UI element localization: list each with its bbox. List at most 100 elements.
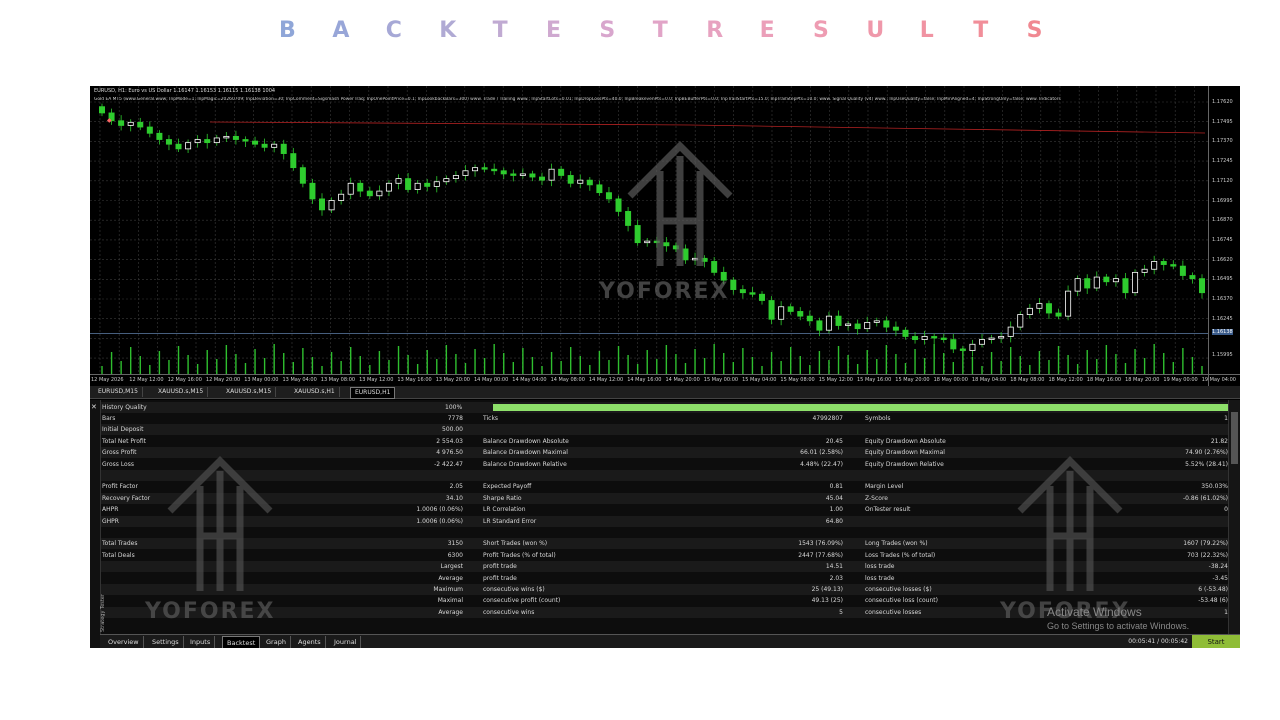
price-tick-label: 1.16245 — [1212, 315, 1233, 322]
volume-bar — [397, 346, 400, 374]
tester-tab[interactable]: Inputs — [186, 636, 216, 648]
symbol-tab[interactable]: XAUUSD.s,M15 — [222, 387, 277, 397]
volume-bar — [388, 360, 390, 374]
volume-bar — [981, 366, 983, 374]
symbol-tab[interactable]: XAUUSD.s,H1 — [290, 387, 340, 397]
time-tick-label: 14 May 00:00 — [474, 377, 509, 383]
page-title: BACKTESTRESULTS — [0, 18, 1280, 48]
candle-body — [902, 329, 909, 337]
volume-bar — [1153, 344, 1155, 374]
candle-body — [146, 126, 153, 134]
candle-body — [759, 293, 766, 301]
candle-body — [739, 289, 746, 294]
price-tick-label: 1.16370 — [1212, 296, 1233, 302]
tester-tab[interactable]: Graph — [262, 636, 291, 648]
candle — [338, 189, 345, 205]
title-letter: S — [599, 18, 616, 43]
report-row: GHPR 1.0006 (0.06%) LR Standard Error 64.80 — [100, 515, 1228, 527]
time-tick-label: 13 May 00:00 — [244, 377, 279, 383]
metric-value: Average — [438, 608, 463, 616]
price-tick-label: 1.17120 — [1212, 177, 1233, 184]
candle-body — [672, 245, 679, 250]
candle — [261, 138, 268, 152]
candle — [376, 185, 383, 200]
volume-bar — [311, 357, 314, 374]
volume-bar — [1134, 349, 1136, 374]
volume-bar — [158, 351, 161, 374]
metric-value: 2.03 — [829, 574, 843, 582]
candle-body — [118, 120, 125, 126]
price-chart[interactable]: ◆ EURUSD, H1: Euro vs US Dollar 1.16147 … — [90, 86, 1240, 386]
metric-value: 2447 (77.68%) — [798, 551, 843, 559]
candle — [845, 320, 852, 331]
candle — [768, 296, 775, 325]
candle — [797, 307, 804, 321]
volume-bar — [292, 362, 295, 374]
candle-body — [175, 143, 182, 150]
time-tick-label: 14 May 12:00 — [588, 377, 624, 383]
tester-tab[interactable]: Settings — [148, 636, 184, 648]
candle — [835, 310, 842, 330]
candle-body — [931, 336, 938, 339]
candle-body — [519, 173, 526, 176]
tester-tab[interactable]: Overview — [104, 636, 144, 648]
volume-bar — [474, 349, 476, 374]
trade-marker-icon: ◆ — [107, 117, 112, 124]
candle — [1036, 298, 1043, 314]
candle — [318, 193, 325, 216]
symbol-tab[interactable]: EURUSD,H1 — [350, 387, 396, 399]
metric-label: Ticks — [483, 415, 499, 422]
candle-body — [816, 320, 823, 331]
symbol-tab[interactable]: EURUSD,M15 — [94, 387, 143, 397]
candle — [864, 316, 871, 332]
volume-bar — [340, 361, 342, 374]
candle-body — [395, 178, 402, 184]
candle-body — [1132, 271, 1139, 294]
candle — [462, 165, 469, 181]
tester-tab[interactable]: Journal — [330, 636, 362, 648]
candle-body — [854, 323, 861, 330]
volume-bar — [531, 357, 534, 374]
report-scrollbar[interactable] — [1228, 400, 1240, 634]
title-letter: L — [919, 18, 934, 43]
activate-windows-notice: Activate Windows Go to Settings to activ… — [1047, 605, 1189, 631]
symbol-tab[interactable]: XAUUSD.s,M15 — [154, 387, 209, 397]
report-row: Bars 7778 Ticks 47992807 Symbols 1 — [100, 413, 1228, 424]
candle-body — [414, 182, 421, 190]
volume-bar — [101, 366, 103, 374]
metric-value: 2 554.03 — [436, 437, 463, 445]
volume-bar — [904, 363, 907, 374]
metric-label: Total Deals — [102, 551, 135, 559]
candle — [558, 166, 565, 179]
volume-bar — [503, 353, 505, 374]
metric-value: 350.03% — [1201, 483, 1228, 491]
candle-body — [299, 167, 306, 184]
volume-bar — [330, 352, 333, 374]
metric-value: 1607 (79.22%) — [1183, 540, 1228, 548]
time-tick-label: 13 May 08:00 — [320, 377, 356, 383]
candle — [491, 163, 498, 175]
candle-body — [567, 175, 574, 184]
report-row: Gross Loss -2 422.47 Balance Drawdown Rela… — [100, 459, 1228, 470]
metric-value: 5.52% (28.41) — [1185, 460, 1228, 468]
candle-body — [634, 225, 641, 244]
candle — [1160, 258, 1167, 271]
metric-value: 1543 (76.09%) — [798, 540, 843, 548]
volume-bar — [876, 359, 878, 374]
title-letter: S — [813, 18, 829, 43]
candle-body — [1055, 312, 1062, 317]
metric-value: 1 — [1224, 415, 1228, 422]
candle-body — [127, 121, 134, 126]
tester-tab[interactable]: Backtest — [222, 636, 261, 648]
title-letter: K — [439, 18, 457, 43]
tester-tab[interactable]: Agents — [294, 636, 326, 648]
time-tick-label: 12 May 2026 — [91, 377, 124, 383]
scrollbar-thumb[interactable] — [1231, 412, 1238, 464]
start-button[interactable]: Start — [1192, 635, 1240, 648]
close-icon[interactable]: ✕ — [91, 403, 97, 411]
candle — [1045, 300, 1052, 319]
candle-body — [1084, 278, 1091, 289]
strategy-tester-label: Strategy Tester — [100, 594, 106, 632]
candle — [663, 237, 670, 252]
time-tick-label: 15 May 20:00 — [895, 377, 930, 383]
